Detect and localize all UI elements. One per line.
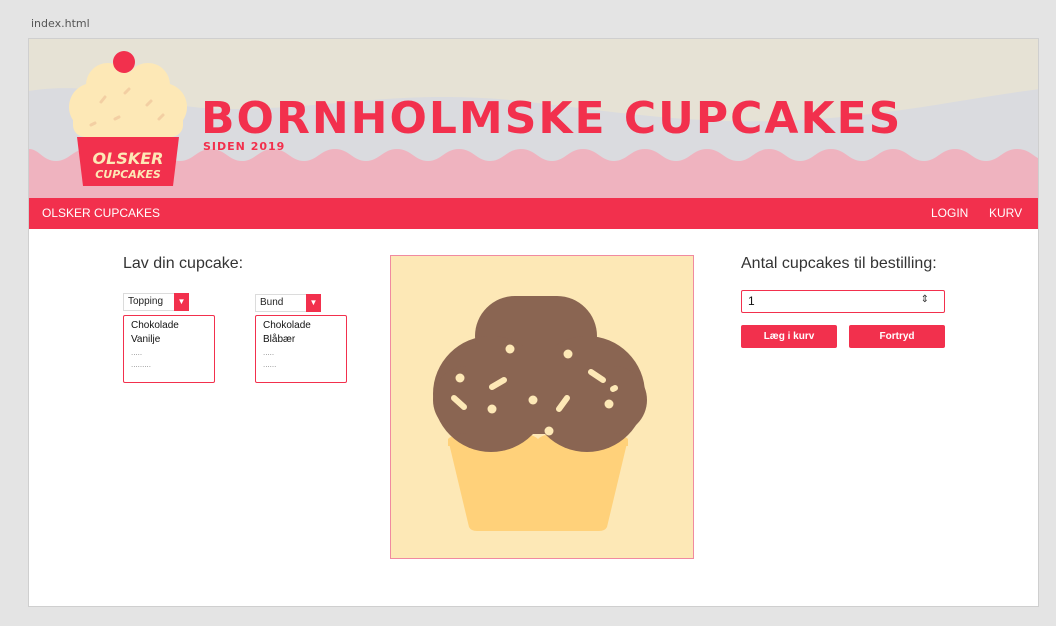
cancel-button[interactable]: Fortryd xyxy=(849,325,945,348)
list-item[interactable]: ..... xyxy=(131,347,207,359)
quantity-value: 1 xyxy=(748,294,755,308)
cupcake-illustration xyxy=(433,296,647,531)
logo-line2: CUPCAKES xyxy=(95,168,161,181)
hero-banner: OLSKER CUPCAKES BORNHOLMSKE CUPCAKES SID… xyxy=(29,39,1038,198)
cupcake-preview xyxy=(390,255,694,559)
builder-heading: Lav din cupcake: xyxy=(123,255,244,272)
logo-line1: OLSKER xyxy=(93,149,164,168)
list-item[interactable]: Vanilje xyxy=(131,333,207,347)
list-item[interactable]: ..... xyxy=(263,347,339,359)
list-item[interactable]: ......... xyxy=(131,359,207,371)
site-title: BORNHOLMSKE CUPCAKES xyxy=(201,93,903,144)
list-item[interactable]: Blåbær xyxy=(263,333,339,347)
spinner-arrows-icon[interactable]: ⇕ xyxy=(921,294,929,305)
list-item[interactable]: ...... xyxy=(263,359,339,371)
quantity-stepper[interactable]: 1 ⇕ xyxy=(741,290,945,313)
navbar: OLSKER CUPCAKES LOGIN KURV xyxy=(29,198,1038,229)
bottom-select-value: Bund xyxy=(255,294,307,312)
site-subtitle: SIDEN 2019 xyxy=(203,140,286,153)
list-item[interactable]: Chokolade xyxy=(263,319,339,333)
topping-options-list[interactable]: Chokolade Vanilje ..... ......... xyxy=(123,315,215,383)
list-item[interactable]: Chokolade xyxy=(131,319,207,333)
topping-select[interactable]: Topping ▼ xyxy=(123,293,189,311)
browser-frame: OLSKER CUPCAKES BORNHOLMSKE CUPCAKES SID… xyxy=(28,38,1039,607)
chevron-down-icon: ▼ xyxy=(174,293,189,311)
add-to-cart-button[interactable]: Læg i kurv xyxy=(741,325,837,348)
topping-select-value: Topping xyxy=(123,293,175,311)
bottom-select[interactable]: Bund ▼ xyxy=(255,294,321,312)
nav-login-link[interactable]: LOGIN xyxy=(931,206,968,220)
bottom-options-list[interactable]: Chokolade Blåbær ..... ...... xyxy=(255,315,347,383)
chevron-down-icon: ▼ xyxy=(306,294,321,312)
file-tab: index.html xyxy=(31,17,90,30)
nav-cart-link[interactable]: KURV xyxy=(989,206,1022,220)
nav-brand-link[interactable]: OLSKER CUPCAKES xyxy=(42,206,160,220)
order-heading: Antal cupcakes til bestilling: xyxy=(741,255,937,272)
olsker-cupcakes-logo: OLSKER CUPCAKES xyxy=(69,51,187,186)
